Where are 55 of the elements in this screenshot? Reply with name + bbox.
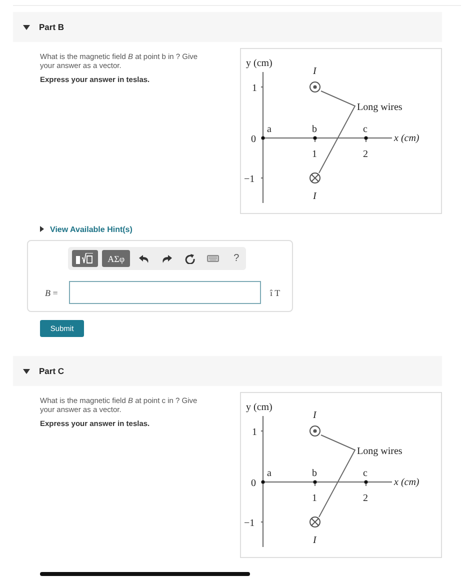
tick-label: 1 xyxy=(252,427,257,438)
help-button[interactable]: ? xyxy=(226,250,246,267)
axis-label: x (cm) xyxy=(394,133,420,144)
templates-button[interactable] xyxy=(72,250,98,267)
reset-icon xyxy=(185,254,196,264)
part-header[interactable]: Part C xyxy=(13,356,442,386)
templates-icon xyxy=(76,253,94,264)
current-label: I xyxy=(313,410,316,421)
tick-label: 0 xyxy=(251,478,256,489)
point-label: c xyxy=(363,124,368,135)
wire-in-icon xyxy=(310,516,320,528)
axis-label: y (cm) xyxy=(246,58,272,69)
current-label: I xyxy=(313,66,316,77)
answer-field[interactable] xyxy=(69,281,261,304)
caret-icon xyxy=(40,226,44,232)
point-label: a xyxy=(267,468,272,479)
point-marker xyxy=(313,480,317,484)
tick-label: 2 xyxy=(363,149,368,160)
part-title: Part C xyxy=(39,366,64,376)
wire-in-icon xyxy=(310,172,320,184)
tick-label: 1 xyxy=(252,83,257,94)
current-label: I xyxy=(313,535,316,546)
point-label: c xyxy=(363,468,368,479)
caret-icon xyxy=(23,368,30,374)
current-label: I xyxy=(313,191,316,202)
undo-icon xyxy=(138,254,149,262)
unit-label: î T xyxy=(270,288,280,298)
point-marker xyxy=(364,480,368,484)
tick-label: −1 xyxy=(244,174,255,185)
tick-label: 1 xyxy=(312,493,317,504)
tick-label: 1 xyxy=(312,149,317,160)
point-label: b xyxy=(312,468,317,479)
tick-label: 0 xyxy=(251,134,256,145)
tick-label: 2 xyxy=(363,493,368,504)
callout-label: Long wires xyxy=(357,446,402,457)
axis-label: x (cm) xyxy=(394,477,420,488)
part-header[interactable]: Part B xyxy=(13,12,442,42)
callout-label: Long wires xyxy=(357,102,402,113)
keyboard-icon xyxy=(207,255,220,262)
point-marker xyxy=(313,136,317,140)
redo-icon xyxy=(162,254,172,262)
symbols-button[interactable]: ΑΣφ xyxy=(102,250,130,267)
point-label: a xyxy=(267,124,272,135)
wire-out-icon xyxy=(310,82,320,92)
point-marker xyxy=(261,480,265,484)
caret-icon xyxy=(23,24,30,30)
part-title: Part B xyxy=(39,22,64,32)
point-marker xyxy=(364,136,368,140)
point-marker xyxy=(261,136,265,140)
axis-label: y (cm) xyxy=(246,402,272,413)
wire-out-icon xyxy=(310,426,320,436)
answer-label: B = xyxy=(45,288,59,298)
point-label: b xyxy=(312,124,317,135)
hint-link[interactable]: View Available Hint(s) xyxy=(50,224,132,234)
tick-label: −1 xyxy=(244,518,255,529)
